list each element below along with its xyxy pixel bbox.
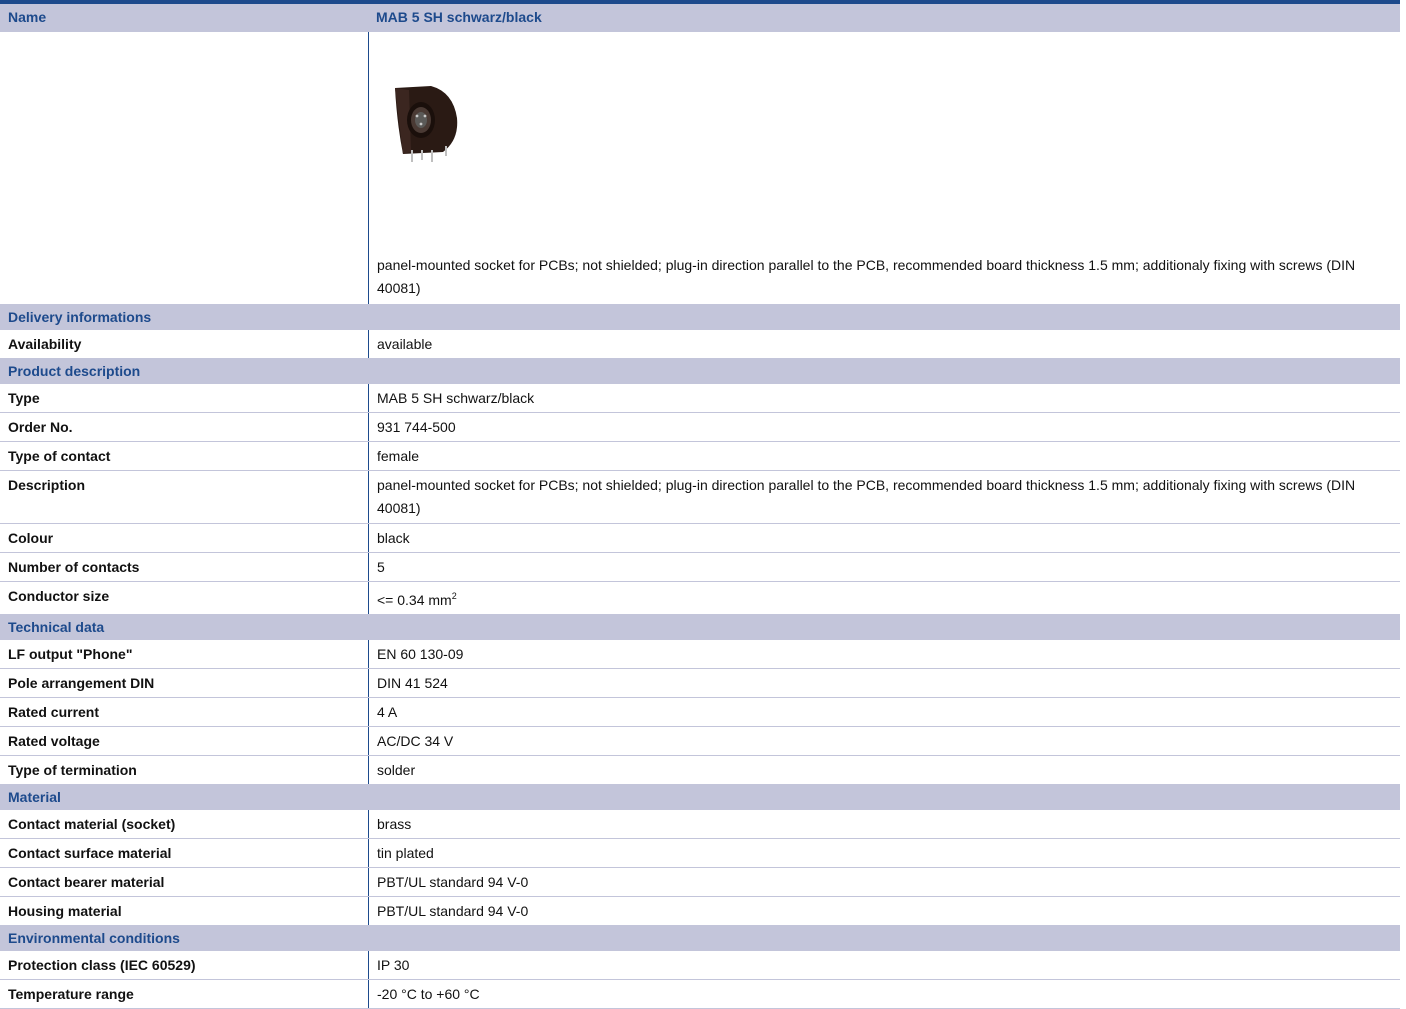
spec-value: PBT/UL standard 94 V-0 bbox=[377, 903, 529, 919]
section-header-delivery-informations: Delivery informations bbox=[0, 305, 1400, 330]
spec-row-lf-output-phone: LF output "Phone" EN 60 130-09 bbox=[0, 640, 1400, 669]
name-header-label: Name bbox=[8, 9, 47, 25]
product-image bbox=[395, 86, 458, 162]
spec-label: Contact material (socket) bbox=[8, 816, 176, 832]
spec-label: Type bbox=[8, 390, 40, 406]
spec-row-colour: Colour black bbox=[0, 524, 1400, 553]
name-header-row: Name MAB 5 SH schwarz/black bbox=[0, 4, 1400, 32]
section-title: Environmental conditions bbox=[8, 930, 180, 946]
spec-row-protection-class-iec-60529: Protection class (IEC 60529) IP 30 bbox=[0, 951, 1400, 980]
spec-label: Conductor size bbox=[8, 588, 110, 604]
intro-description-row: panel-mounted socket for PCBs; not shiel… bbox=[0, 249, 1400, 305]
spec-value-cell: MAB 5 SH schwarz/black bbox=[368, 384, 1400, 412]
spec-row-housing-material: Housing material PBT/UL standard 94 V-0 bbox=[0, 897, 1400, 926]
spec-value: solder bbox=[377, 762, 416, 778]
spec-label: Rated voltage bbox=[8, 733, 100, 749]
name-header-value: MAB 5 SH schwarz/black bbox=[376, 9, 542, 25]
spec-label: Protection class (IEC 60529) bbox=[8, 957, 196, 973]
spec-row-contact-bearer-material: Contact bearer material PBT/UL standard 9… bbox=[0, 868, 1400, 897]
spec-row-number-of-contacts: Number of contacts 5 bbox=[0, 553, 1400, 582]
spec-label: Type of termination bbox=[8, 762, 137, 778]
spec-value: 5 bbox=[377, 559, 385, 575]
spec-value-cell: tin plated bbox=[368, 839, 1400, 867]
spec-label: LF output "Phone" bbox=[8, 646, 133, 662]
spec-value-cell: solder bbox=[368, 756, 1400, 784]
spec-value: 931 744-500 bbox=[377, 419, 456, 435]
spec-value-cell: IP 30 bbox=[368, 951, 1400, 979]
spec-row-conductor-size: Conductor size <= 0.34 mm2 bbox=[0, 582, 1400, 615]
spec-value-superscript: 2 bbox=[451, 591, 457, 601]
spec-value-cell: 4 A bbox=[368, 698, 1400, 726]
spec-value-cell: AC/DC 34 V bbox=[368, 727, 1400, 755]
spec-value-cell: EN 60 130-09 bbox=[368, 640, 1400, 668]
spec-label: Type of contact bbox=[8, 448, 111, 464]
spec-value: brass bbox=[377, 816, 412, 832]
spec-value: female bbox=[377, 448, 420, 464]
spec-row-rated-current: Rated current 4 A bbox=[0, 698, 1400, 727]
spec-value: <= 0.34 mm bbox=[377, 592, 452, 608]
spec-row-contact-surface-material: Contact surface material tin plated bbox=[0, 839, 1400, 868]
spec-value-cell: <= 0.34 mm2 bbox=[368, 582, 1400, 614]
spec-value: MAB 5 SH schwarz/black bbox=[377, 390, 535, 406]
spec-value-cell: female bbox=[368, 442, 1400, 470]
spec-value: tin plated bbox=[377, 845, 434, 861]
spec-row-type-of-termination: Type of termination solder bbox=[0, 756, 1400, 785]
spec-value: IP 30 bbox=[377, 957, 410, 973]
spec-value: black bbox=[377, 530, 410, 546]
spec-label: Rated current bbox=[8, 704, 100, 720]
spec-label: Order No. bbox=[8, 419, 73, 435]
spec-value-cell: DIN 41 524 bbox=[368, 669, 1400, 697]
spec-row-contact-material-socket: Contact material (socket) brass bbox=[0, 810, 1400, 839]
section-title: Delivery informations bbox=[8, 309, 152, 325]
spec-value: DIN 41 524 bbox=[377, 675, 448, 691]
section-title: Technical data bbox=[8, 619, 105, 635]
section-title: Product description bbox=[8, 363, 141, 379]
spec-value-cell: PBT/UL standard 94 V-0 bbox=[368, 897, 1400, 925]
spec-value-cell: black bbox=[368, 524, 1400, 552]
spec-value-cell: 931 744-500 bbox=[368, 413, 1400, 441]
spec-row-availability: Availability available bbox=[0, 330, 1400, 359]
spec-value: panel-mounted socket for PCBs; not shiel… bbox=[377, 477, 1356, 516]
spec-label: Number of contacts bbox=[8, 559, 140, 575]
spec-value-cell: brass bbox=[368, 810, 1400, 838]
spec-value-cell: -20 °C to +60 °C bbox=[368, 980, 1400, 1008]
spec-row-pole-arrangement-din: Pole arrangement DIN DIN 41 524 bbox=[0, 669, 1400, 698]
spec-row-order-no: Order No. 931 744-500 bbox=[0, 413, 1400, 442]
spec-label: Contact surface material bbox=[8, 845, 172, 861]
spec-label: Availability bbox=[8, 336, 82, 352]
spec-row-type: Type MAB 5 SH schwarz/black bbox=[0, 384, 1400, 413]
intro-description: panel-mounted socket for PCBs; not shiel… bbox=[368, 249, 1400, 304]
spec-label: Housing material bbox=[8, 903, 122, 919]
spec-value-cell: PBT/UL standard 94 V-0 bbox=[368, 868, 1400, 896]
spec-label: Contact bearer material bbox=[8, 874, 165, 890]
spec-value: AC/DC 34 V bbox=[377, 733, 454, 749]
spec-value: 4 A bbox=[377, 704, 398, 720]
spec-value: -20 °C to +60 °C bbox=[377, 986, 480, 1002]
spec-row-description: Description panel-mounted socket for PCBs… bbox=[0, 471, 1400, 524]
spec-label: Pole arrangement DIN bbox=[8, 675, 155, 691]
section-header-environmental-conditions: Environmental conditions bbox=[0, 926, 1400, 951]
spec-row-rated-voltage: Rated voltage AC/DC 34 V bbox=[0, 727, 1400, 756]
spec-value-cell: 5 bbox=[368, 553, 1400, 581]
spec-label: Colour bbox=[8, 530, 54, 546]
spec-value: EN 60 130-09 bbox=[377, 646, 464, 662]
spec-row-temperature-range: Temperature range -20 °C to +60 °C bbox=[0, 980, 1400, 1009]
section-header-material: Material bbox=[0, 785, 1400, 810]
section-header-technical-data: Technical data bbox=[0, 615, 1400, 640]
spec-value-cell: panel-mounted socket for PCBs; not shiel… bbox=[368, 471, 1400, 523]
spec-sections: Delivery informations Availability availab… bbox=[0, 305, 1400, 1009]
spec-value-cell: available bbox=[368, 330, 1400, 358]
image-row bbox=[0, 32, 1400, 249]
section-title: Material bbox=[8, 789, 61, 805]
section-header-product-description: Product description bbox=[0, 359, 1400, 384]
datasheet: Name MAB 5 SH schwarz/black panel-mounte… bbox=[0, 0, 1400, 1009]
spec-label: Temperature range bbox=[8, 986, 134, 1002]
spec-label: Description bbox=[8, 477, 86, 493]
spec-value: available bbox=[377, 336, 433, 352]
spec-value: PBT/UL standard 94 V-0 bbox=[377, 874, 529, 890]
spec-row-type-of-contact: Type of contact female bbox=[0, 442, 1400, 471]
